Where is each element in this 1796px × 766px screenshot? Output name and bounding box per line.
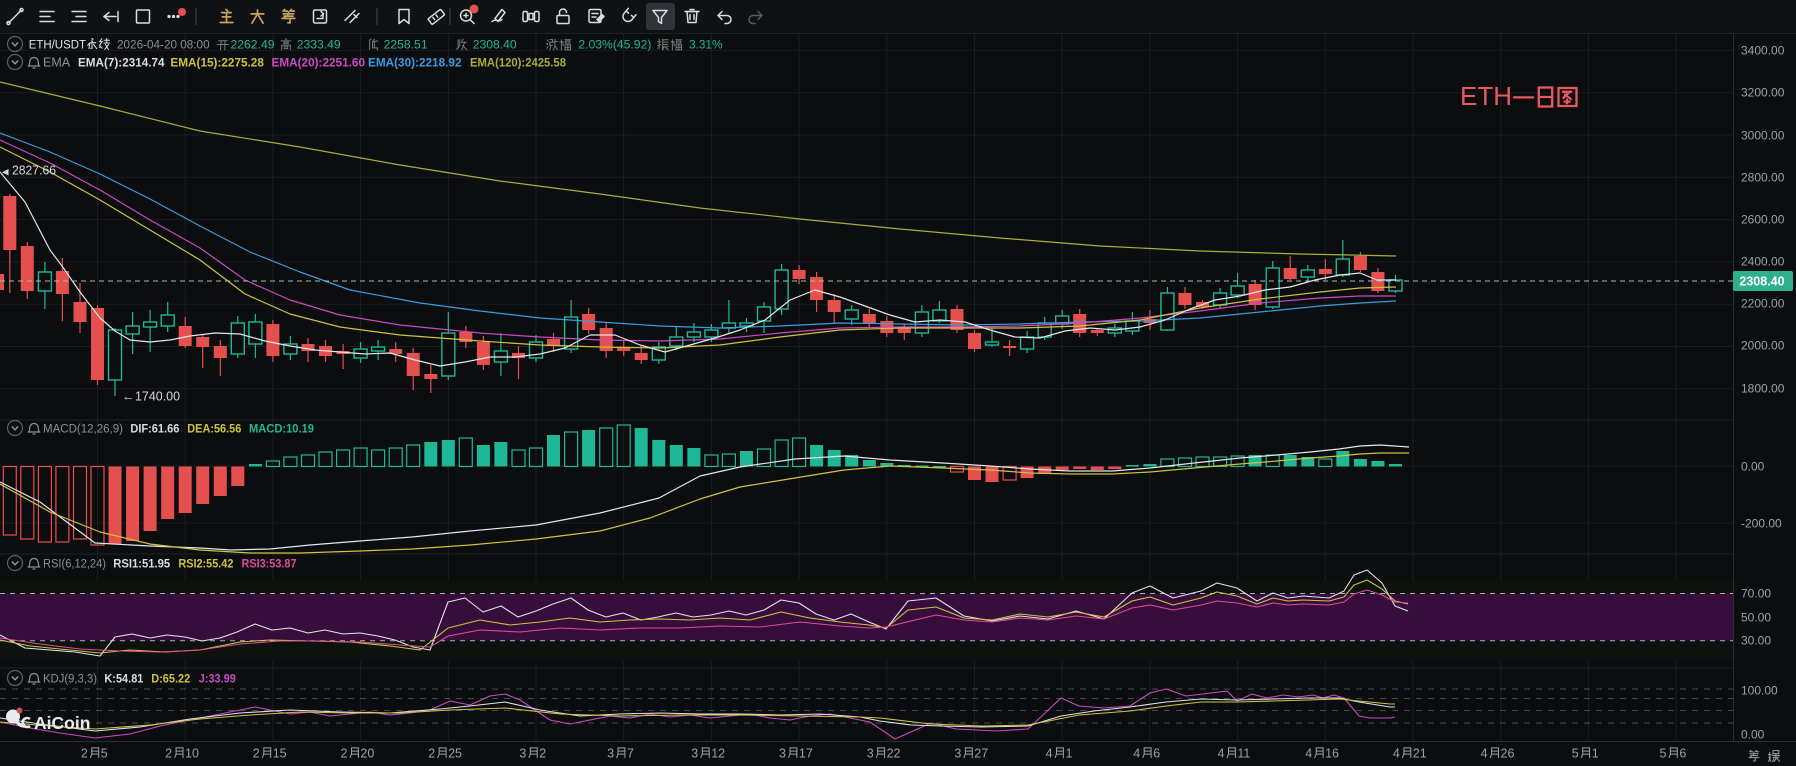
svg-text:EMA(30):2218.92: EMA(30):2218.92 — [368, 56, 462, 70]
svg-text:2: 2 — [253, 747, 260, 761]
svg-text:5: 5 — [1660, 747, 1667, 761]
svg-text:2026-04-20 08:00: 2026-04-20 08:00 — [117, 38, 210, 52]
svg-text:100.00: 100.00 — [1741, 684, 1778, 698]
svg-text:3: 3 — [867, 747, 874, 761]
svg-text:1: 1 — [1592, 747, 1599, 761]
svg-text:17: 17 — [799, 747, 813, 761]
svg-text:2: 2 — [539, 747, 546, 761]
svg-text:3400.00: 3400.00 — [1741, 44, 1785, 58]
svg-text:2600.00: 2600.00 — [1741, 213, 1785, 227]
svg-text:2: 2 — [341, 747, 348, 761]
svg-text:2827.66: 2827.66 — [12, 164, 56, 178]
svg-text:DEA:56.56: DEA:56.56 — [187, 422, 241, 436]
svg-text:3: 3 — [607, 747, 614, 761]
svg-text:K:54.81: K:54.81 — [104, 672, 143, 686]
svg-text:4: 4 — [1218, 747, 1225, 761]
svg-text:J:33.99: J:33.99 — [199, 672, 236, 686]
svg-text:0.00: 0.00 — [1741, 728, 1765, 742]
svg-text:1740.00: 1740.00 — [135, 390, 180, 404]
svg-text:4: 4 — [1481, 747, 1488, 761]
svg-text:1800.00: 1800.00 — [1741, 382, 1785, 396]
svg-text:RSI3:53.87: RSI3:53.87 — [242, 557, 297, 571]
svg-text:2400.00: 2400.00 — [1741, 255, 1785, 269]
svg-text:15: 15 — [273, 747, 287, 761]
svg-text:3.31%: 3.31% — [689, 38, 723, 52]
svg-text:0.00: 0.00 — [1741, 460, 1765, 474]
svg-text:DIF:61.66: DIF:61.66 — [130, 422, 179, 436]
svg-text:-200.00: -200.00 — [1741, 517, 1782, 531]
svg-text:EMA(20):2251.60: EMA(20):2251.60 — [272, 56, 366, 70]
svg-text:4: 4 — [1393, 747, 1400, 761]
svg-text:21: 21 — [1413, 747, 1427, 761]
svg-text:5: 5 — [101, 747, 108, 761]
svg-text:7: 7 — [627, 747, 634, 761]
svg-text:2: 2 — [165, 747, 172, 761]
svg-text:AiCoin: AiCoin — [34, 713, 90, 733]
svg-text:26: 26 — [1501, 747, 1515, 761]
svg-text:10: 10 — [185, 747, 199, 761]
svg-text:2: 2 — [81, 747, 88, 761]
svg-text:11: 11 — [1237, 747, 1250, 761]
svg-text:3: 3 — [691, 747, 698, 761]
svg-text:EMA: EMA — [43, 56, 71, 70]
svg-text:2.03%(45.92): 2.03%(45.92) — [578, 38, 651, 52]
svg-text:EMA(120):2425.58: EMA(120):2425.58 — [470, 56, 566, 70]
svg-text:50.00: 50.00 — [1741, 611, 1771, 625]
svg-text:4: 4 — [1305, 747, 1312, 761]
svg-text:3: 3 — [779, 747, 786, 761]
svg-text:2262.49: 2262.49 — [231, 38, 275, 52]
svg-text:1: 1 — [1066, 747, 1073, 761]
svg-text:3: 3 — [954, 747, 961, 761]
svg-text:MACD(12,26,9): MACD(12,26,9) — [43, 422, 123, 436]
svg-text:3000.00: 3000.00 — [1741, 129, 1785, 143]
svg-text:2800.00: 2800.00 — [1741, 171, 1785, 185]
svg-text:3: 3 — [519, 747, 526, 761]
svg-text:5: 5 — [1572, 747, 1579, 761]
svg-text:RSI1:51.95: RSI1:51.95 — [113, 557, 170, 571]
svg-text:2258.51: 2258.51 — [384, 38, 428, 52]
svg-text:70.00: 70.00 — [1741, 587, 1771, 601]
svg-text:2200.00: 2200.00 — [1741, 297, 1785, 311]
svg-text:ETH/USDT: ETH/USDT — [29, 38, 87, 52]
svg-text:2333.49: 2333.49 — [297, 38, 341, 52]
svg-text:6: 6 — [1679, 747, 1686, 761]
svg-text:22: 22 — [887, 747, 901, 761]
svg-text:RSI(6,12,24): RSI(6,12,24) — [43, 557, 106, 571]
svg-text:16: 16 — [1325, 747, 1339, 761]
svg-text:2000.00: 2000.00 — [1741, 339, 1785, 353]
svg-text:RSI2:55.42: RSI2:55.42 — [178, 557, 233, 571]
svg-text:20: 20 — [360, 747, 374, 761]
svg-text:EMA(15):2275.28: EMA(15):2275.28 — [170, 56, 264, 70]
svg-text:4: 4 — [1046, 747, 1053, 761]
svg-text:ETH: ETH — [1460, 81, 1512, 111]
svg-text:25: 25 — [448, 747, 462, 761]
svg-text:KDJ(9,3,3): KDJ(9,3,3) — [43, 672, 97, 686]
svg-text:◀: ◀ — [2, 167, 9, 177]
svg-text:MACD:10.19: MACD:10.19 — [249, 422, 314, 436]
svg-text:3200.00: 3200.00 — [1741, 86, 1785, 100]
svg-text:27: 27 — [974, 747, 988, 761]
svg-text:2: 2 — [428, 747, 435, 761]
svg-text:EMA(7):2314.74: EMA(7):2314.74 — [78, 56, 165, 70]
svg-text:6: 6 — [1153, 747, 1160, 761]
svg-text:D:65.22: D:65.22 — [151, 672, 190, 686]
svg-text:4: 4 — [1133, 747, 1140, 761]
svg-text:30.00: 30.00 — [1741, 634, 1771, 648]
svg-text:2308.40: 2308.40 — [473, 38, 517, 52]
svg-text:2308.40: 2308.40 — [1739, 275, 1784, 289]
svg-text:12: 12 — [711, 747, 725, 761]
svg-text:←: ← — [122, 390, 135, 404]
